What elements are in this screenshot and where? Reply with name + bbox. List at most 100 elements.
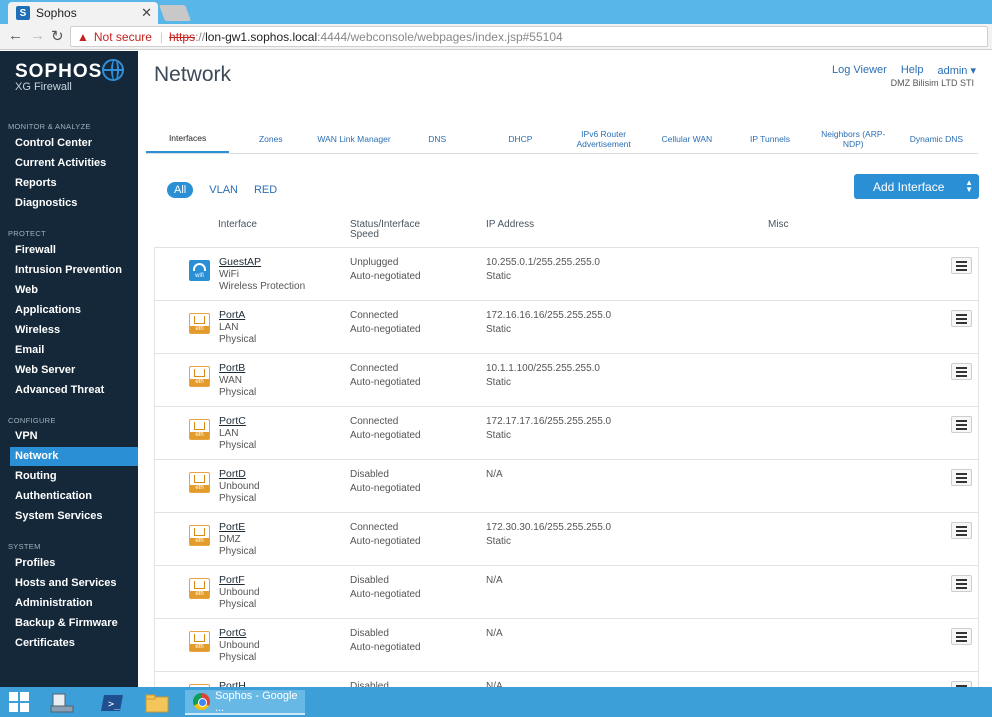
globe-icon bbox=[102, 59, 124, 81]
sidebar-item-email[interactable]: Email bbox=[10, 341, 138, 360]
filter-all[interactable]: All bbox=[167, 182, 194, 198]
tab-ipv6-router-advertisement[interactable]: IPv6 Router Advertisement bbox=[562, 124, 645, 153]
sidebar-item-intrusion-prevention[interactable]: Intrusion Prevention bbox=[10, 261, 138, 280]
sidebar-item-system-services[interactable]: System Services bbox=[10, 507, 138, 526]
sidebar-item-network[interactable]: Network bbox=[10, 447, 138, 466]
interface-name-link[interactable]: PortH bbox=[219, 680, 246, 687]
browser-toolbar: ← → ↻ ▲ Not secure | https://lon-gw1.sop… bbox=[0, 24, 992, 50]
ip-cell: N/A bbox=[486, 468, 503, 482]
ip-address: N/A bbox=[486, 681, 503, 687]
tab-zones[interactable]: Zones bbox=[229, 124, 312, 153]
windows-start-icon[interactable] bbox=[8, 691, 30, 713]
sidebar-item-advanced-threat[interactable]: Advanced Threat bbox=[10, 381, 138, 400]
interface-type: Physical bbox=[219, 546, 257, 557]
sidebar-item-control-center[interactable]: Control Center bbox=[10, 134, 138, 153]
interface-name-link[interactable]: PortC bbox=[219, 415, 256, 428]
status-cell: Disabled Auto-negotiated bbox=[350, 574, 421, 602]
ip-address: 172.16.16.16/255.255.255.0 bbox=[486, 310, 612, 321]
powershell-icon[interactable]: >_ bbox=[98, 690, 126, 715]
sidebar-item-certificates[interactable]: Certificates bbox=[10, 634, 138, 653]
sidebar-item-hosts-and-services[interactable]: Hosts and Services bbox=[10, 574, 138, 593]
tab-dynamic-dns[interactable]: Dynamic DNS bbox=[895, 124, 978, 153]
browser-tabstrip: S Sophos ✕ bbox=[0, 0, 992, 24]
row-menu-hamburger-icon[interactable] bbox=[951, 575, 972, 592]
tab-dhcp[interactable]: DHCP bbox=[479, 124, 562, 153]
browser-tab[interactable]: S Sophos ✕ bbox=[8, 2, 158, 24]
interface-name-link[interactable]: PortA bbox=[219, 309, 256, 322]
admin-menu[interactable]: admin ▾ bbox=[937, 64, 976, 77]
sidebar-item-applications[interactable]: Applications bbox=[10, 301, 138, 320]
server-manager-icon[interactable] bbox=[48, 690, 76, 715]
interface-name-link[interactable]: PortF bbox=[219, 574, 260, 587]
reload-icon[interactable]: ↻ bbox=[51, 27, 64, 45]
interface-name-link[interactable]: PortE bbox=[219, 521, 256, 534]
tab-interfaces[interactable]: Interfaces bbox=[146, 124, 230, 153]
filter-red[interactable]: RED bbox=[254, 184, 277, 196]
add-interface-button[interactable]: Add Interface ▲ ▼ bbox=[854, 174, 979, 199]
sidebar-item-web[interactable]: Web bbox=[10, 281, 138, 300]
interface-speed: Auto-negotiated bbox=[350, 589, 421, 600]
sidebar-item-wireless[interactable]: Wireless bbox=[10, 321, 138, 340]
ethernet-icon: eth bbox=[189, 631, 210, 652]
column-ip: IP Address bbox=[486, 219, 535, 230]
sidebar-item-web-server[interactable]: Web Server bbox=[10, 361, 138, 380]
row-menu-hamburger-icon[interactable] bbox=[951, 257, 972, 274]
file-explorer-icon[interactable] bbox=[143, 690, 171, 715]
main-content: Network Log Viewer Help admin ▾ DMZ Bili… bbox=[138, 51, 992, 687]
column-misc: Misc bbox=[768, 219, 789, 230]
tab-dns[interactable]: DNS bbox=[396, 124, 479, 153]
tab-neighbors[interactable]: Neighbors (ARP-NDP) bbox=[812, 124, 895, 153]
tab-cellular-wan[interactable]: Cellular WAN bbox=[645, 124, 728, 153]
sidebar-item-profiles[interactable]: Profiles bbox=[10, 554, 138, 573]
column-interface: Interface bbox=[218, 219, 257, 230]
row-menu-hamburger-icon[interactable] bbox=[951, 522, 972, 539]
filter-vlan[interactable]: VLAN bbox=[209, 184, 238, 196]
interface-zone: Unbound bbox=[219, 586, 260, 598]
new-tab-button[interactable] bbox=[159, 5, 191, 21]
log-viewer-link[interactable]: Log Viewer bbox=[832, 64, 887, 77]
row-menu-hamburger-icon[interactable] bbox=[951, 416, 972, 433]
tab-wan-link-manager[interactable]: WAN Link Manager bbox=[312, 124, 395, 153]
interface-cell: PortB WAN Physical bbox=[219, 362, 256, 400]
close-icon[interactable]: ✕ bbox=[141, 5, 152, 21]
tab-ip-tunnels[interactable]: IP Tunnels bbox=[728, 124, 811, 153]
sidebar-item-vpn[interactable]: VPN bbox=[10, 427, 138, 446]
sidebar-item-backup-firmware[interactable]: Backup & Firmware bbox=[10, 614, 138, 633]
row-menu-hamburger-icon[interactable] bbox=[951, 310, 972, 327]
interface-name-link[interactable]: PortB bbox=[219, 362, 256, 375]
table-row: eth PortA LAN Physical Connected Auto-ne… bbox=[155, 301, 978, 354]
interface-cell: PortE DMZ Physical bbox=[219, 521, 256, 559]
interface-status: Connected bbox=[350, 310, 399, 321]
interface-name-link[interactable]: PortG bbox=[219, 627, 260, 640]
help-link[interactable]: Help bbox=[901, 64, 924, 77]
sidebar-item-firewall[interactable]: Firewall bbox=[10, 241, 138, 260]
page-title: Network bbox=[154, 63, 232, 86]
row-menu-hamburger-icon[interactable] bbox=[951, 469, 972, 486]
interface-status: Disabled bbox=[350, 469, 389, 480]
interface-status: Connected bbox=[350, 416, 399, 427]
chrome-taskbar-button[interactable]: Sophos - Google ... bbox=[185, 690, 305, 715]
column-status: Status/Interface Speed bbox=[350, 219, 421, 240]
sidebar-item-diagnostics[interactable]: Diagnostics bbox=[10, 194, 138, 213]
row-menu-hamburger-icon[interactable] bbox=[951, 363, 972, 380]
sophos-logo[interactable]: SOPHOS bbox=[15, 61, 102, 83]
interface-speed: Auto-negotiated bbox=[350, 430, 421, 441]
forward-arrow-icon[interactable]: → bbox=[30, 27, 45, 44]
not-secure-label: Not secure bbox=[93, 29, 152, 44]
sidebar-item-current-activities[interactable]: Current Activities bbox=[10, 154, 138, 173]
back-arrow-icon[interactable]: ← bbox=[8, 27, 23, 44]
ethernet-icon: eth bbox=[189, 366, 210, 387]
table-row: eth PortD Unbound Physical Disabled Auto… bbox=[155, 460, 978, 513]
address-bar[interactable]: ▲ Not secure | https://lon-gw1.sophos.lo… bbox=[70, 26, 988, 47]
interface-name-link[interactable]: PortD bbox=[219, 468, 260, 481]
sidebar-item-routing[interactable]: Routing bbox=[10, 467, 138, 486]
sidebar-item-authentication[interactable]: Authentication bbox=[10, 487, 138, 506]
interface-name-link[interactable]: GuestAP bbox=[219, 256, 305, 269]
sidebar-item-reports[interactable]: Reports bbox=[10, 174, 138, 193]
section-configure: CONFIGURE bbox=[8, 416, 56, 425]
table-row: eth PortG Unbound Physical Disabled Auto… bbox=[155, 619, 978, 672]
ip-mode: Static bbox=[486, 377, 512, 388]
row-menu-hamburger-icon[interactable] bbox=[951, 628, 972, 645]
sophos-favicon-icon: S bbox=[16, 6, 30, 20]
sidebar-item-administration[interactable]: Administration bbox=[10, 594, 138, 613]
